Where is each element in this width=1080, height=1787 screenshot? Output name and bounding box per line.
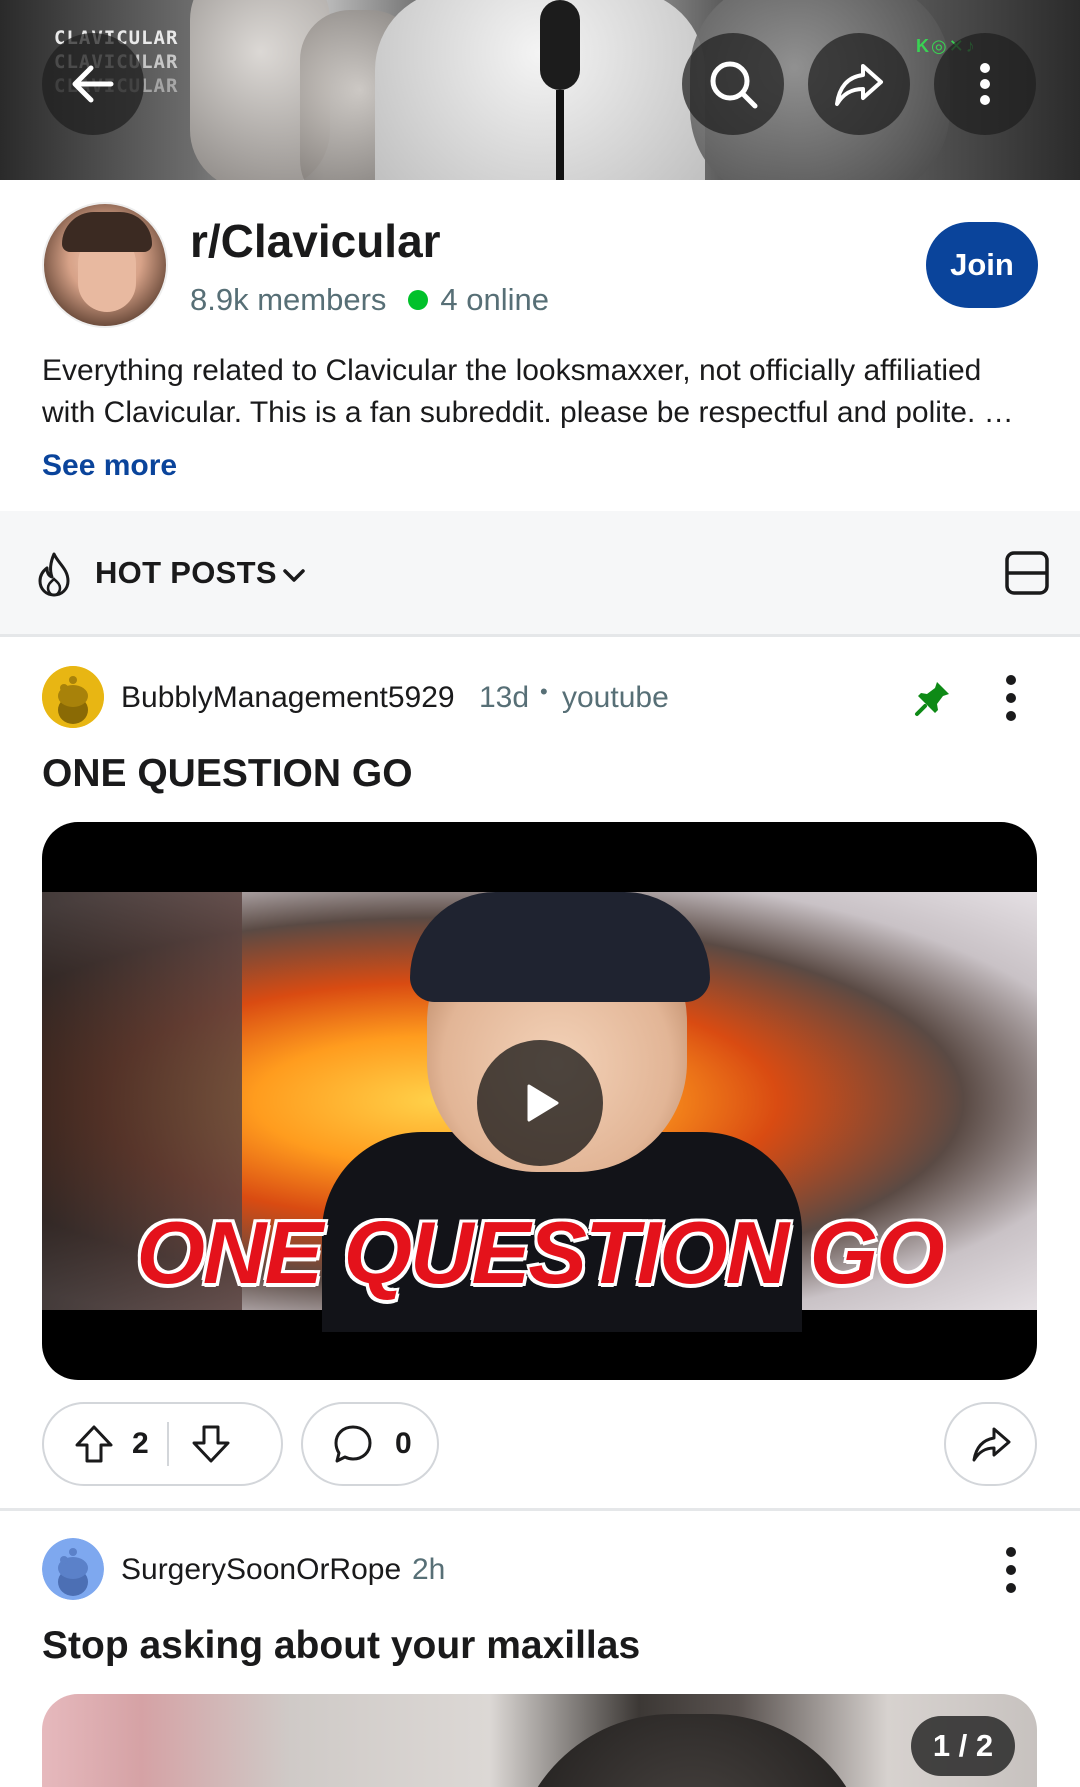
more-options-button[interactable]: [934, 33, 1036, 135]
vote-divider: [166, 1422, 169, 1466]
flame-icon: [38, 552, 70, 597]
vote-bar: 2: [42, 1402, 283, 1486]
online-dot-icon: [408, 290, 429, 310]
play-button[interactable]: [477, 1040, 603, 1166]
back-button[interactable]: [42, 33, 144, 135]
post-author[interactable]: SurgerySoonOrRope: [121, 1553, 401, 1587]
video-player[interactable]: ONE QUESTION GO: [42, 822, 1037, 1380]
community-description: Everything related to Clavicular the loo…: [42, 350, 1042, 434]
share-post-button[interactable]: [944, 1402, 1037, 1486]
post-divider: [0, 1508, 1080, 1511]
snoo-avatar-icon: [42, 666, 104, 728]
search-button[interactable]: [682, 33, 784, 135]
banner-microphone: [540, 0, 580, 90]
more-vertical-icon: [980, 63, 990, 105]
chevron-down-icon: [283, 569, 305, 582]
description-line: with Clavicular. This is a fan subreddit…: [42, 396, 1014, 429]
share-community-button[interactable]: [808, 33, 910, 135]
post-time: 2h: [412, 1553, 446, 1586]
see-more-link[interactable]: See more: [42, 449, 177, 483]
community-avatar[interactable]: [42, 202, 168, 328]
community-stats: 8.9k members 4 online: [190, 282, 549, 318]
sort-bar: HOT POSTS: [0, 511, 1080, 637]
user-avatar[interactable]: [42, 1538, 104, 1600]
comment-icon: [334, 1425, 372, 1463]
gallery-image-subject: [512, 1714, 872, 1787]
downvote-icon[interactable]: [189, 1422, 233, 1466]
upvote-count: 2: [132, 1427, 149, 1460]
comment-count: 0: [395, 1427, 412, 1460]
image-gallery[interactable]: [42, 1694, 1037, 1787]
post-time: 13d: [479, 681, 530, 714]
description-line: Everything related to Clavicular the loo…: [42, 354, 982, 387]
community-banner: CLAVICULAR CLAVICULAR CLAVICULAR K◎✕♪: [0, 0, 1080, 180]
banner-mic-stand: [556, 90, 564, 180]
post-author[interactable]: BubblyManagement5929: [121, 681, 455, 715]
post-title[interactable]: ONE QUESTION GO: [42, 752, 413, 796]
arrow-left-icon: [72, 65, 114, 103]
gallery-counter: 1 / 2: [911, 1716, 1015, 1776]
thumbnail-person-hair: [410, 892, 710, 1002]
sort-label: HOT POSTS: [95, 555, 277, 590]
thumbnail-title-text: ONE QUESTION GO: [136, 1203, 944, 1302]
post-title[interactable]: Stop asking about your maxillas: [42, 1624, 640, 1668]
join-button[interactable]: Join: [926, 222, 1038, 308]
comments-button[interactable]: 0: [301, 1402, 439, 1486]
avatar-hair: [62, 212, 152, 252]
meta-separator: •: [540, 679, 548, 704]
community-name: r/Clavicular: [190, 215, 441, 267]
upvote-icon[interactable]: [72, 1422, 116, 1466]
share-icon: [972, 1427, 1010, 1462]
post-more-icon[interactable]: [1001, 1546, 1021, 1594]
pin-icon: [915, 682, 949, 716]
search-icon: [710, 61, 758, 109]
online-count: 4 online: [440, 282, 549, 317]
post-more-icon[interactable]: [1001, 674, 1021, 722]
snoo-avatar-icon: [42, 1538, 104, 1600]
play-icon: [527, 1084, 559, 1122]
post-source: youtube: [562, 681, 669, 714]
share-icon: [835, 64, 883, 106]
card-layout-icon[interactable]: [1004, 550, 1050, 596]
user-avatar[interactable]: [42, 666, 104, 728]
member-count: 8.9k members: [190, 282, 387, 317]
